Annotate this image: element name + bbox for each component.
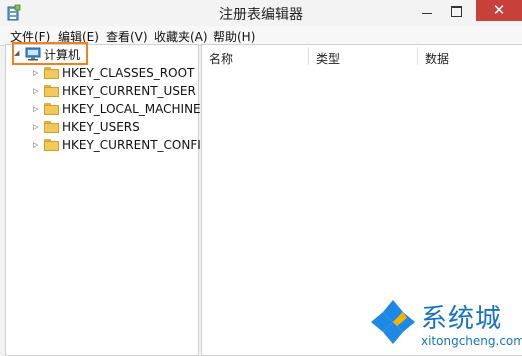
menu-help[interactable]: 帮助(H) [213, 28, 255, 45]
watermark: 系统城 xitongcheng.com [369, 296, 522, 352]
tree-expander[interactable]: ▷ [33, 87, 38, 95]
column-header-type[interactable]: 类型 [316, 50, 340, 67]
tree-root-expander[interactable]: ◢ [14, 49, 19, 57]
folder-icon [44, 139, 60, 151]
tree-pane[interactable]: ◢ 计算机 ▷ HKEY_CLASSES_ROOT ▷ HKEY_CURRENT… [5, 42, 210, 356]
watermark-brand: 系统城 [421, 304, 503, 334]
tree-root-label[interactable]: 计算机 [44, 46, 80, 63]
column-separator[interactable] [417, 47, 418, 65]
computer-icon [25, 47, 41, 61]
column-header-data[interactable]: 数据 [425, 50, 449, 67]
close-button[interactable]: ✕ [476, 0, 522, 21]
tree-expander[interactable]: ▷ [33, 123, 38, 131]
tree-expander[interactable]: ▷ [33, 69, 38, 77]
tree-expander[interactable]: ▷ [33, 141, 38, 149]
tree-item-label: HKEY_CURRENT_CONFIG [62, 138, 211, 152]
folder-icon [44, 85, 60, 97]
minimize-button[interactable] [414, 0, 438, 22]
close-icon: ✕ [492, 1, 506, 19]
tree-item-label: HKEY_CURRENT_USER [62, 84, 196, 98]
menu-favorites[interactable]: 收藏夹(A) [154, 28, 208, 45]
column-header-name[interactable]: 名称 [209, 50, 233, 67]
title-bar: 注册表编辑器 ✕ [0, 0, 522, 27]
tree-item-label: HKEY_USERS [62, 120, 140, 134]
tree-expander[interactable]: ▷ [33, 105, 38, 113]
tree-item-label: HKEY_LOCAL_MACHINE [62, 102, 201, 116]
tree-item-label: HKEY_CLASSES_ROOT [62, 66, 195, 80]
column-separator[interactable] [308, 47, 309, 65]
folder-icon [44, 103, 60, 115]
menu-view[interactable]: 查看(V) [106, 28, 148, 45]
windows-logo-icon [371, 300, 415, 344]
folder-icon [44, 121, 60, 133]
maximize-button[interactable] [444, 0, 468, 22]
folder-icon [44, 67, 60, 79]
watermark-url: xitongcheng.com [421, 334, 522, 348]
